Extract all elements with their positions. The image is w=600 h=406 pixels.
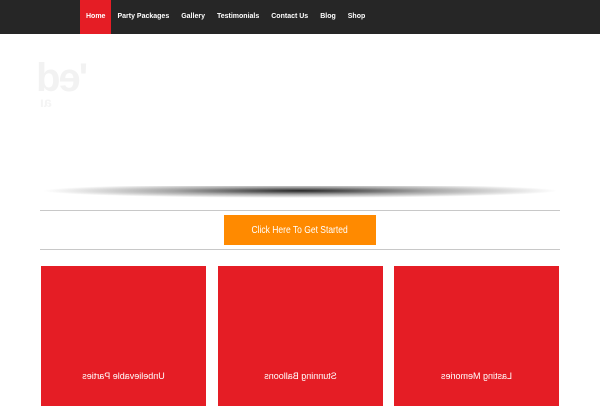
- feature-card-label: Unbelievable Parties: [82, 371, 165, 381]
- get-started-button[interactable]: Click Here To Get Started: [224, 215, 376, 245]
- divider-top: [40, 210, 560, 211]
- feature-card-parties[interactable]: Unbelievable Parties: [41, 266, 206, 406]
- main-nav: Home Party Packages Gallery Testimonials…: [80, 0, 371, 34]
- nav-item-home[interactable]: Home: [80, 0, 112, 34]
- hero-faint-text-secondary: aı: [40, 94, 52, 110]
- divider-bottom: [40, 249, 560, 250]
- nav-item-shop[interactable]: Shop: [342, 0, 372, 34]
- nav-item-contact-us[interactable]: Contact Us: [265, 0, 314, 34]
- top-navigation-bar: Home Party Packages Gallery Testimonials…: [0, 0, 600, 34]
- feature-card-memories[interactable]: Lasting Memories: [394, 266, 559, 406]
- hero-banner: 'ed aı: [0, 34, 600, 194]
- hero-shadow-divider: [40, 186, 560, 198]
- feature-card-balloons[interactable]: Stunning Balloons: [218, 266, 383, 406]
- nav-item-party-packages[interactable]: Party Packages: [111, 0, 175, 34]
- nav-item-gallery[interactable]: Gallery: [175, 0, 211, 34]
- nav-item-testimonials[interactable]: Testimonials: [211, 0, 265, 34]
- nav-item-blog[interactable]: Blog: [314, 0, 342, 34]
- feature-card-label: Lasting Memories: [440, 371, 513, 381]
- get-started-label: Click Here To Get Started: [251, 225, 349, 236]
- feature-card-label: Stunning Balloons: [264, 371, 337, 381]
